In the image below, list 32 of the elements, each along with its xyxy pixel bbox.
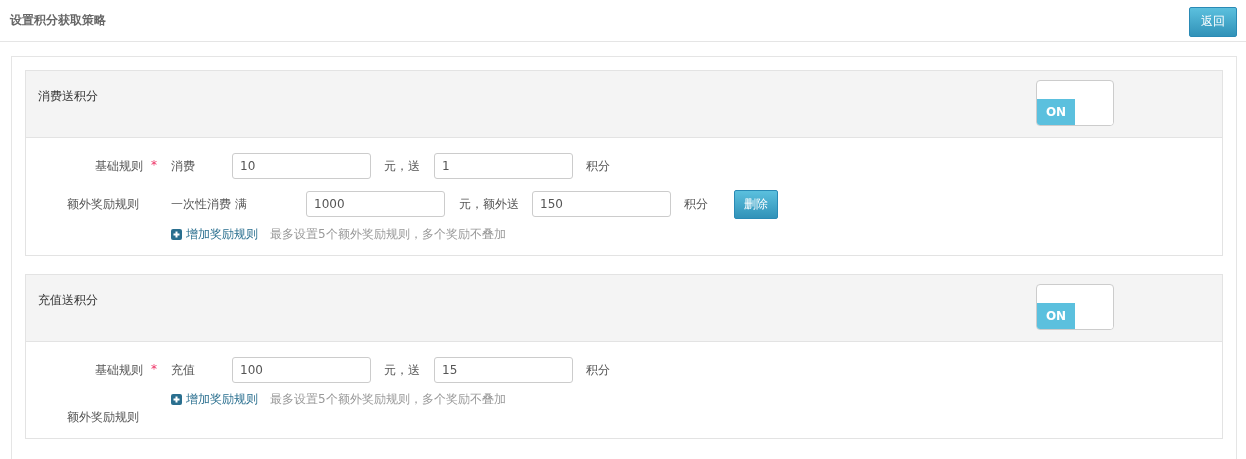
add-rule-link[interactable]: 增加奖励规则 (171, 391, 258, 408)
amount-field[interactable]: 10 (232, 153, 371, 179)
plus-icon (171, 394, 182, 405)
rule-text: 元，送 (383, 157, 421, 175)
unit-text: 积分 (585, 157, 611, 175)
rule-text: 消费 (171, 157, 196, 175)
toggle-label: ON (1037, 303, 1075, 329)
add-rule-link[interactable]: 增加奖励规则 (171, 226, 258, 243)
points-field[interactable]: 15 (434, 357, 573, 383)
unit-text: 积分 (585, 361, 611, 379)
page-title: 设置积分获取策略 (10, 12, 106, 29)
amount-field[interactable]: 100 (232, 357, 371, 383)
required-mark: * (151, 361, 158, 378)
unit-text: 积分 (683, 195, 709, 213)
rule-text: 元，送 (383, 361, 421, 379)
rule-text: 充值 (171, 361, 196, 379)
section-title: 充值送积分 (38, 292, 98, 309)
field-label: 额外奖励规则 (67, 409, 139, 426)
rule-text: 元，额外送 (458, 195, 520, 213)
amount-field[interactable]: 1000 (306, 191, 445, 217)
points-field[interactable]: 1 (434, 153, 573, 179)
required-mark: * (151, 157, 158, 174)
rule-text: 一次性消费 满 (171, 195, 248, 213)
field-label: 基础规则 (95, 361, 143, 379)
hint-text: 最多设置5个额外奖励规则，多个奖励不叠加 (270, 226, 506, 243)
field-label: 额外奖励规则 (67, 195, 139, 213)
points-field[interactable]: 150 (532, 191, 671, 217)
toggle-label: ON (1037, 99, 1075, 125)
field-label: 基础规则 (95, 157, 143, 175)
hint-text: 最多设置5个额外奖励规则，多个奖励不叠加 (270, 391, 506, 408)
plus-icon (171, 229, 182, 240)
section-title: 消费送积分 (38, 88, 98, 105)
